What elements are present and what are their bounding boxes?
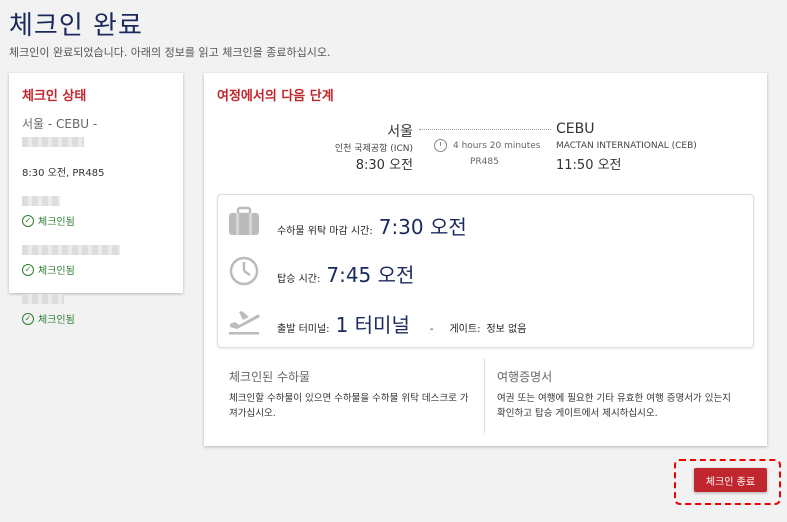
terminal-value: 1 터미널 xyxy=(335,313,410,337)
status-label: 체크인됨 xyxy=(38,315,75,326)
terminal-label: 출발 터미널: xyxy=(277,324,330,335)
check-circle-icon: ✓ xyxy=(22,263,34,276)
checkin-status-card: 체크인 상태 서울 - CEBU - 8:30 오전, PR485 ✓ 체크인됨… xyxy=(9,73,183,326)
route-label: 서울 - CEBU - xyxy=(22,117,98,131)
origin-airport: 인천 국제공항 (ICN) xyxy=(334,144,413,154)
baggage-deadline-label: 수하물 위탁 마감 시간: xyxy=(277,226,373,237)
flight-info: 8:30 오전, PR485 xyxy=(22,168,105,179)
info-columns: 체크인된 수하물 체크인할 수하물이 있으면 수하물을 수하물 위탁 데스크로 … xyxy=(217,358,754,433)
travel-documents-text: 여권 또는 여행에 필요한 기타 유효한 여행 증명서가 있는지 확인하고 탑승… xyxy=(497,393,731,419)
baggage-deadline-value: 7:30 오전 xyxy=(378,215,467,239)
suitcase-icon xyxy=(229,206,259,235)
destination-airport: MACTAN INTERNATIONAL (CEB) xyxy=(556,141,697,151)
redacted-passenger-name xyxy=(22,244,120,255)
finish-checkin-button[interactable]: 체크인 종료 xyxy=(694,468,767,492)
page-subtitle: 체크인이 완료되었습니다. 아래의 정보를 읽고 체크인을 종료하십시오. xyxy=(9,46,331,59)
origin-time: 8:30 오전 xyxy=(355,158,413,173)
airplane-takeoff-icon xyxy=(229,311,260,335)
checked-baggage-text: 체크인할 수하물이 있으면 수하물을 수하물 위탁 데스크로 가져가십시오. xyxy=(229,393,469,419)
passenger-status: ✓ 체크인됨 xyxy=(22,262,170,277)
boarding-value: 7:45 오전 xyxy=(326,263,415,287)
terminal-row: 출발 터미널: 1 터미널 - 게이트: 정보 없음 xyxy=(277,309,526,338)
status-label: 체크인됨 xyxy=(38,266,75,277)
passenger-item: ✓ 체크인됨 xyxy=(22,288,170,326)
redacted-passenger-name xyxy=(22,195,60,206)
flight-number: PR485 xyxy=(470,157,499,167)
travel-documents-section: 여행증명서 여권 또는 여행에 필요한 기타 유효한 여행 증명서가 있는지 확… xyxy=(485,358,753,433)
route-dotted-line xyxy=(419,129,551,130)
passenger-item: ✓ 체크인됨 xyxy=(22,190,170,228)
flight-duration: 4 hours 20 minutes xyxy=(453,141,541,151)
page-title: 체크인 완료 xyxy=(9,11,143,41)
boarding-label: 탑승 시간: xyxy=(277,274,321,285)
checked-baggage-title: 체크인된 수하물 xyxy=(229,370,311,384)
boarding-row: 탑승 시간: 7:45 오전 xyxy=(277,259,414,288)
check-circle-icon: ✓ xyxy=(22,214,34,227)
check-circle-icon: ✓ xyxy=(22,312,34,325)
travel-documents-title: 여행증명서 xyxy=(497,370,553,384)
next-steps-heading: 여정에서의 다음 단계 xyxy=(217,89,334,104)
next-steps-card: 여정에서의 다음 단계 서울 인천 국제공항 (ICN) 8:30 오전 4 h… xyxy=(204,73,767,446)
passenger-item: ✓ 체크인됨 xyxy=(22,239,170,277)
clock-icon xyxy=(229,256,259,286)
route-text: 서울 - CEBU - xyxy=(22,115,170,148)
status-label: 체크인됨 xyxy=(38,217,75,228)
destination-time: 11:50 오전 xyxy=(556,158,622,173)
itinerary: 서울 인천 국제공항 (ICN) 8:30 오전 4 hours 20 minu… xyxy=(204,121,767,181)
passenger-status: ✓ 체크인됨 xyxy=(22,213,170,228)
passenger-status: ✓ 체크인됨 xyxy=(22,311,170,326)
redacted-passenger-name xyxy=(22,293,64,304)
terminal-gate-separator: - xyxy=(429,324,434,335)
checked-baggage-section: 체크인된 수하물 체크인할 수하물이 있으면 수하물을 수하물 위탁 데스크로 … xyxy=(217,358,485,433)
gate-label: 게이트: xyxy=(449,324,481,335)
flight-details-box: 수하물 위탁 마감 시간: 7:30 오전 탑승 시간: 7:45 오전 출발 … xyxy=(217,194,754,348)
origin-city: 서울 xyxy=(387,124,413,140)
gate-value: 정보 없음 xyxy=(486,324,527,335)
status-heading: 체크인 상태 xyxy=(22,89,87,104)
clock-icon xyxy=(434,139,447,152)
destination-city: CEBU xyxy=(556,121,595,137)
baggage-deadline-row: 수하물 위탁 마감 시간: 7:30 오전 xyxy=(277,211,467,240)
redacted-text xyxy=(22,136,84,147)
